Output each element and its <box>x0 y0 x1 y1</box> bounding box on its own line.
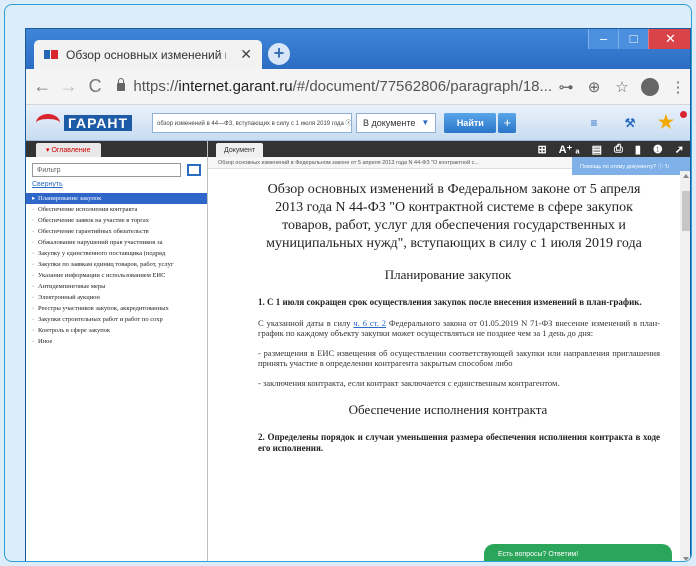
scroll-down-icon[interactable] <box>683 557 689 561</box>
find-more-button[interactable]: + <box>498 112 517 133</box>
back-icon[interactable]: ← <box>32 76 52 97</box>
section-heading: Обеспечение исполнения контракта <box>348 402 548 417</box>
item-heading: 1. С 1 июля сокращен срок осуществления … <box>258 297 642 307</box>
close-window-button[interactable]: ✕ <box>648 29 690 49</box>
chat-widget-button[interactable]: Есть вопросы? Ответим! <box>484 544 672 561</box>
paragraph: - заключения контракта, если контракт за… <box>258 378 560 388</box>
toc-header: ▾ Оглавление <box>26 141 207 157</box>
document-tools: ⊞ A⁺ ₐ ▤ ⎙ ▮ ❶ ➚ <box>525 143 684 156</box>
menu-icon[interactable]: ⋮ <box>664 78 690 96</box>
chevron-down-icon: ▼ <box>421 118 430 127</box>
garant-toolbar: ГАРАНТ обзор изменений в 44—ФЗ, вступающ… <box>26 105 690 141</box>
document-header: Документ ⊞ A⁺ ₐ ▤ ⎙ ▮ ❶ ➚ <box>208 141 690 157</box>
toc-item[interactable]: · Закупки строительных работ и работ по с… <box>26 314 207 325</box>
toc-item[interactable]: ▸ Планирование закупок <box>26 193 207 204</box>
bookmark-star-icon[interactable]: ☆ <box>608 78 636 96</box>
paragraph: С указанной даты в силу ч. 6 ст. 2 Федер… <box>258 318 660 338</box>
toc-filter: Фильтр <box>32 163 201 177</box>
reload-icon[interactable]: C <box>85 76 105 97</box>
minimize-button[interactable]: – <box>588 29 618 49</box>
item-heading: 2. Определены порядок и случаи уменьшени… <box>258 432 660 453</box>
filter-input[interactable]: Фильтр <box>32 163 181 177</box>
print-icon[interactable]: ⎙ <box>614 143 623 156</box>
toc-item[interactable]: · Обеспечение гарантийных обязательств <box>26 226 207 237</box>
figure-frame: Обзор основных изменений в Г ✕ + – □ ✕ ←… <box>4 4 692 562</box>
find-button[interactable]: Найти <box>444 112 497 133</box>
section-heading: Планирование закупок <box>384 267 512 282</box>
law-reference-link[interactable]: ч. 6 ст. 2 <box>353 318 386 328</box>
maximize-button[interactable]: □ <box>618 29 648 49</box>
garant-logo[interactable]: ГАРАНТ <box>36 109 146 137</box>
toc-item[interactable]: · Контроль в сфере закупок <box>26 325 207 336</box>
filter-apply-icon[interactable] <box>187 164 201 176</box>
toc-item[interactable]: · Обеспечение заявок на участие в торгах <box>26 215 207 226</box>
font-size-icon[interactable]: A⁺ ₐ <box>559 143 580 156</box>
new-tab-button[interactable]: + <box>268 43 290 65</box>
search-input[interactable]: обзор изменений в 44—ФЗ, вступающих в си… <box>152 112 352 133</box>
search-scope-select[interactable]: В документе ▼ <box>356 112 437 133</box>
browser-window: Обзор основных изменений в Г ✕ + – □ ✕ ←… <box>25 28 691 561</box>
paragraph: - размещения в ЕИС извещения об осуществ… <box>258 348 660 368</box>
document-title: Обзор основных изменений в Федеральном з… <box>266 182 642 251</box>
toc-item[interactable]: · Реестры участников закупок, аккредитова… <box>26 303 207 314</box>
logo-wordmark: ГАРАНТ <box>64 114 133 131</box>
scope-value: В документе <box>363 117 416 128</box>
tab-contents[interactable]: ▾ Оглавление <box>36 143 101 157</box>
tab-close-icon[interactable]: ✕ <box>240 46 252 63</box>
address-bar: ← → C https://internet.garant.ru/#/docum… <box>26 69 690 105</box>
scroll-up-icon[interactable] <box>683 174 689 178</box>
info-icon[interactable]: ❶ <box>653 143 663 156</box>
collapse-link[interactable]: Свернуть <box>32 181 201 188</box>
toc-item[interactable]: · Электронный аукцион <box>26 292 207 303</box>
toc-item[interactable]: · Обеспечение исполнения контракта <box>26 204 207 215</box>
toc-item[interactable]: · Антидемпинговые меры <box>26 281 207 292</box>
toc-panel: ▾ Оглавление Фильтр Свернуть ▸ Планирован… <box>26 141 208 561</box>
tab-title: Обзор основных изменений в Г <box>66 47 226 62</box>
key-icon[interactable]: ⊶ <box>552 78 580 96</box>
favorites-star-icon[interactable]: ★ <box>648 111 687 133</box>
url-host: internet.garant.ru <box>178 78 293 95</box>
filter-list-icon[interactable]: ≡ <box>576 116 612 130</box>
briefcase-icon[interactable]: ⚒ <box>612 116 648 130</box>
document-page: Обзор основных изменений в Федеральном з… <box>220 171 676 561</box>
document-subbar: Обзор основных изменений в Федеральном з… <box>208 157 690 175</box>
view-mode-icon[interactable]: ⊞ <box>537 143 546 156</box>
toc-item[interactable]: · Указание информации с использованием ЕИ… <box>26 270 207 281</box>
document-scrollbar[interactable] <box>680 171 690 561</box>
url-field[interactable]: https://internet.garant.ru/#/document/77… <box>117 77 553 95</box>
logo-swoosh-icon <box>36 113 60 132</box>
toc-item[interactable]: · Закупки по заявкам единиц товаров, рабо… <box>26 259 207 270</box>
scroll-thumb[interactable] <box>682 191 690 231</box>
lock-icon <box>117 77 126 91</box>
url-prefix: https:// <box>133 78 179 95</box>
url-path: /#/document/77562806/paragraph/18... <box>292 78 553 95</box>
garant-favicon-icon <box>44 50 58 59</box>
browser-tab[interactable]: Обзор основных изменений в Г ✕ <box>34 40 262 69</box>
toc-item[interactable]: · Иное <box>26 336 207 347</box>
bookmark-icon[interactable]: ▮ <box>635 143 641 156</box>
garant-toolbar-icons: ≡ ⚒ ★ <box>576 111 687 133</box>
toc-list: ▸ Планирование закупок · Обеспечение испол… <box>26 193 207 347</box>
zoom-icon[interactable]: ⊕ <box>580 78 608 96</box>
tab-document[interactable]: Документ <box>216 143 264 157</box>
toc-item[interactable]: · Закупку у единственного поставщика (под… <box>26 248 207 259</box>
share-icon[interactable]: ➚ <box>675 143 684 156</box>
address-bar-icons: ⊶ ⊕ ☆ ⋮ <box>552 77 690 96</box>
export-icon[interactable]: ▤ <box>592 143 602 156</box>
document-panel: Документ ⊞ A⁺ ₐ ▤ ⎙ ▮ ❶ ➚ Обзор основных… <box>208 141 690 561</box>
tab-strip: Обзор основных изменений в Г ✕ + – □ ✕ <box>26 29 690 69</box>
forward-icon[interactable]: → <box>58 76 78 97</box>
toc-item[interactable]: · Обжалование нарушений прав участников з… <box>26 237 207 248</box>
window-controls: – □ ✕ <box>588 29 690 49</box>
profile-avatar-icon[interactable] <box>641 77 660 96</box>
breadcrumb: Обзор основных изменений в Федеральном з… <box>218 159 480 166</box>
